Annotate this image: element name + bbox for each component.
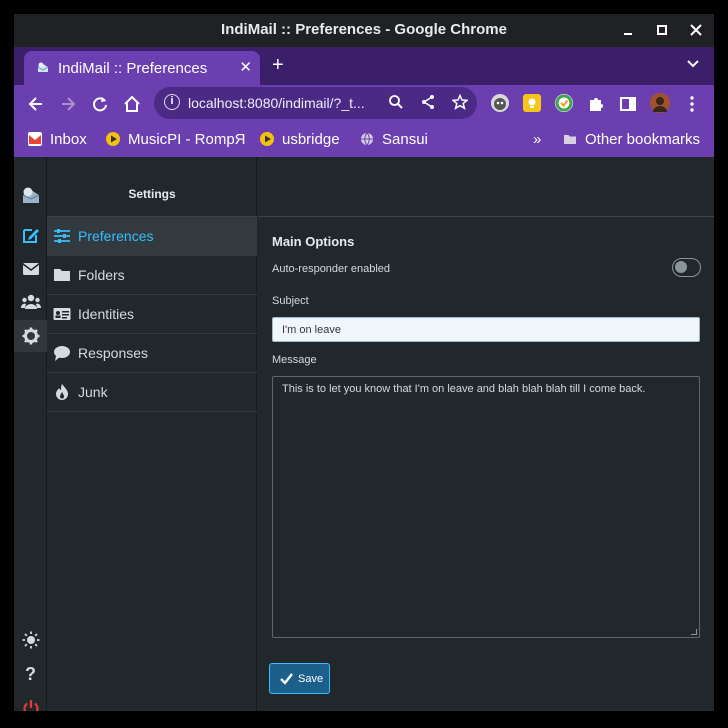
section-title: Main Options [272,234,355,249]
bookmark-musicpi[interactable]: MusicPI - RompЯ [106,131,246,148]
bookmark-sansui[interactable]: Sansui [360,131,428,148]
settings-gear-icon[interactable] [14,320,47,352]
settings-item-preferences[interactable]: Preferences [47,217,257,256]
tab-search-chevron-icon[interactable] [686,57,700,74]
maximize-icon[interactable] [652,20,672,40]
bookmarks-overflow-chevron[interactable]: » [533,131,541,148]
new-tab-icon[interactable]: + [272,55,284,75]
settings-item-junk[interactable]: Junk [47,373,257,412]
zoom-icon[interactable] [388,94,404,114]
bookmark-star-icon[interactable] [451,93,469,114]
id-card-icon [53,308,71,320]
bookmarks-bar: Inbox MusicPI - RompЯ usbridge Sansui » … [14,122,714,157]
checkmark-icon [280,672,293,687]
indimail-app: ? Settings Preferences Folders Identitie… [14,157,714,711]
gmail-icon [28,132,42,146]
browser-toolbar: i localhost:8080/indimail/?_t... [14,85,714,122]
message-label: Message [272,354,317,366]
extension-mascot-icon[interactable] [491,94,509,112]
address-bar[interactable]: i localhost:8080/indimail/?_t... [154,87,477,119]
close-window-icon[interactable] [686,20,706,40]
window-title: IndiMail :: Preferences - Google Chrome [221,21,507,38]
sliders-icon [54,229,70,243]
minimize-icon[interactable] [618,20,638,40]
globe-icon [360,132,374,146]
preferences-content: Main Options Auto-responder enabled Subj… [258,157,714,711]
profile-avatar-icon[interactable] [650,93,670,113]
settings-header: Settings [47,157,257,217]
extensions-puzzle-icon[interactable] [586,94,606,114]
comment-icon [54,346,70,361]
play-icon [260,132,274,146]
tab-title: IndiMail :: Preferences [58,60,208,77]
help-icon[interactable]: ? [14,658,47,690]
message-text: This is to let you know that I'm on leav… [282,383,646,395]
folder-icon [54,269,70,281]
settings-item-responses[interactable]: Responses [47,334,257,373]
forward-icon[interactable] [58,94,78,114]
message-textarea[interactable]: This is to let you know that I'm on leav… [272,376,700,638]
content-header [258,157,714,217]
logout-power-icon[interactable] [14,692,47,711]
compose-icon[interactable] [14,219,47,251]
subject-label: Subject [272,295,309,307]
save-button[interactable]: Save [269,663,330,694]
share-icon[interactable] [420,94,436,114]
mail-icon[interactable] [14,253,47,285]
indimail-favicon-icon [37,62,49,72]
contacts-icon[interactable] [14,286,47,318]
autoresponder-label: Auto-responder enabled [272,263,391,275]
bookmark-inbox[interactable]: Inbox [28,131,87,148]
folder-icon [563,132,577,146]
theme-toggle-icon[interactable] [14,624,47,656]
title-bar: IndiMail :: Preferences - Google Chrome [14,14,714,47]
browser-tab[interactable]: IndiMail :: Preferences ✕ [24,51,260,85]
resize-handle[interactable] [691,629,697,635]
subject-input[interactable] [272,317,700,342]
toggle-knob [675,261,687,273]
extension-keep-icon[interactable] [523,94,541,112]
settings-item-identities[interactable]: Identities [47,295,257,334]
settings-panel: Settings Preferences Folders Identities … [47,157,257,711]
side-panel-icon[interactable] [618,94,638,114]
site-info-icon[interactable]: i [164,94,180,110]
address-url: localhost:8080/indimail/?_t... [188,95,365,111]
home-icon[interactable] [122,94,142,114]
play-icon [106,132,120,146]
app-icon-bar: ? [14,157,47,711]
indimail-logo-icon[interactable] [14,179,47,211]
chrome-menu-icon[interactable] [682,94,702,114]
browser-window: IndiMail :: Preferences - Google Chrome … [14,14,714,711]
bookmark-usbridge[interactable]: usbridge [260,131,340,148]
reload-icon[interactable] [90,94,110,114]
extension-drive-icon[interactable] [555,94,573,112]
bookmark-other-bookmarks[interactable]: Other bookmarks [563,131,700,148]
tab-close-icon[interactable]: ✕ [239,58,252,76]
autoresponder-toggle[interactable] [672,258,701,277]
tab-strip: IndiMail :: Preferences ✕ + [14,47,714,85]
fire-icon [56,384,68,400]
settings-item-folders[interactable]: Folders [47,256,257,295]
back-icon[interactable] [26,94,46,114]
save-button-label: Save [298,673,324,685]
